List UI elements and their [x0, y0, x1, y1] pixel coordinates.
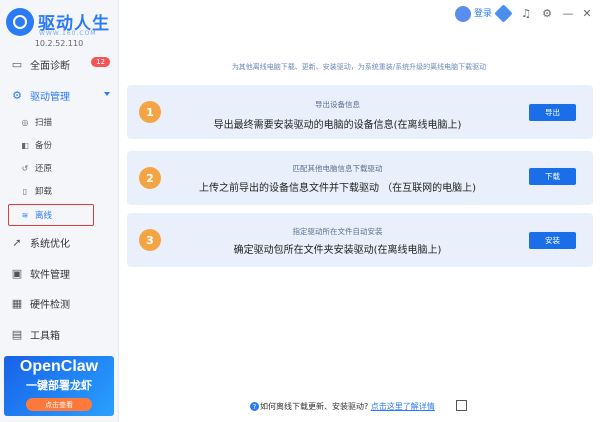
scan-icon: ◎ [21, 117, 29, 127]
login-button[interactable]: 登录 [474, 6, 492, 22]
promo-banner[interactable]: OpenClaw 一键部署龙虾 点击查看 [4, 356, 114, 416]
promo-title: OpenClaw [19, 358, 99, 375]
step-description: 上传之前导出的设备信息文件并下载驱动 （在互联网的电脑上) [198, 183, 477, 194]
settings-icon[interactable]: ⚙ [540, 6, 554, 20]
sidebar-subitem-scan[interactable]: ◎ 扫描 [14, 113, 114, 131]
sidebar-subitem-restore[interactable]: ↺ 还原 [14, 159, 114, 177]
step-card-install [127, 213, 593, 267]
app-url: WWW.160.COM [39, 30, 97, 37]
vip-icon[interactable] [494, 4, 513, 23]
sidebar-item-label: 全面诊断 [30, 60, 70, 72]
sidebar-item-label: 驱动管理 [30, 91, 70, 103]
help-icon: ? [250, 402, 259, 411]
sidebar-item-label: 软件管理 [30, 269, 70, 281]
download-button[interactable]: 下载 [529, 168, 576, 185]
rocket-icon: ➚ [12, 235, 22, 249]
footer-question: 如何离线下载更新、安装驱动? [260, 402, 369, 411]
export-button[interactable]: 导出 [529, 104, 576, 121]
sidebar-subitem-label: 卸载 [35, 187, 53, 197]
step-title: 导出设备信息 [315, 100, 360, 109]
box-icon: ▣ [11, 266, 23, 280]
qr-code-icon[interactable] [456, 400, 467, 411]
sidebar-subitem-label: 备份 [35, 141, 53, 151]
selection-highlight-box [8, 204, 94, 226]
restore-icon: ↺ [21, 163, 29, 173]
sidebar-item-software-management[interactable]: ▣ 软件管理 [0, 262, 118, 284]
chip-icon: ▦ [11, 296, 23, 310]
sidebar-subitem-label: 扫描 [35, 118, 53, 128]
step-title: 指定驱动所在文件自动安装 [292, 227, 383, 236]
caret-down-icon [104, 92, 110, 96]
step-number: 3 [139, 229, 161, 251]
sidebar-item-label: 工具箱 [30, 330, 60, 342]
notification-badge: 12 [91, 57, 110, 67]
backup-icon: ◧ [21, 140, 29, 150]
sidebar-subitem-uninstall[interactable]: ▯ 卸载 [14, 182, 114, 200]
sidebar-item-diagnosis[interactable]: ▭ 全面诊断 12 [0, 53, 118, 75]
sidebar: 驱动人生 WWW.160.COM 10.2.52.110 ▭ 全面诊断 12 ⚙… [0, 0, 119, 422]
step-description: 确定驱动包所在文件夹安装驱动(在离线电脑上) [233, 245, 442, 256]
sidebar-item-label: 硬件检测 [30, 299, 70, 311]
install-button[interactable]: 安装 [529, 232, 576, 249]
monitor-icon: ▭ [11, 57, 23, 71]
page-subtitle: 为其他离线电脑下载、更新、安装驱动，为系统重装/系统升级的离线电脑下载驱动 [231, 63, 487, 71]
logo-icon [6, 8, 34, 36]
sidebar-item-system-optimize[interactable]: ➚ 系统优化 [0, 231, 118, 253]
gear-icon: ⚙ [12, 88, 22, 102]
avatar-icon[interactable] [455, 6, 471, 22]
sidebar-item-label: 系统优化 [30, 238, 70, 250]
step-number: 2 [139, 167, 161, 189]
promo-subtitle: 一键部署龙虾 [26, 379, 92, 392]
details-link[interactable]: 点击这里了解详情 [371, 402, 435, 411]
sidebar-subitem-label: 还原 [35, 164, 53, 174]
step-card-download [127, 151, 593, 205]
uninstall-icon: ▯ [22, 186, 28, 196]
toolbox-icon: ▤ [11, 327, 23, 341]
close-icon[interactable]: ✕ [580, 6, 594, 20]
sidebar-subitem-backup[interactable]: ◧ 备份 [14, 136, 114, 154]
step-number: 1 [139, 101, 161, 123]
sidebar-item-hardware-check[interactable]: ▦ 硬件检测 [0, 292, 118, 314]
sidebar-item-driver-management[interactable]: ⚙ 驱动管理 [0, 84, 118, 106]
app-version: 10.2.52.110 [34, 39, 84, 48]
sidebar-item-toolbox[interactable]: ▤ 工具箱 [0, 323, 118, 345]
headset-icon[interactable]: ♫ [519, 6, 533, 20]
promo-button[interactable]: 点击查看 [26, 398, 92, 411]
step-title: 匹配其他电脑信息下载驱动 [292, 164, 383, 173]
minimize-icon[interactable]: — [561, 6, 575, 20]
footer-help: 如何离线下载更新、安装驱动? 点击这里了解详情 [260, 401, 435, 412]
step-description: 导出最终需要安装驱动的电脑的设备信息(在离线电脑上) [213, 120, 462, 131]
